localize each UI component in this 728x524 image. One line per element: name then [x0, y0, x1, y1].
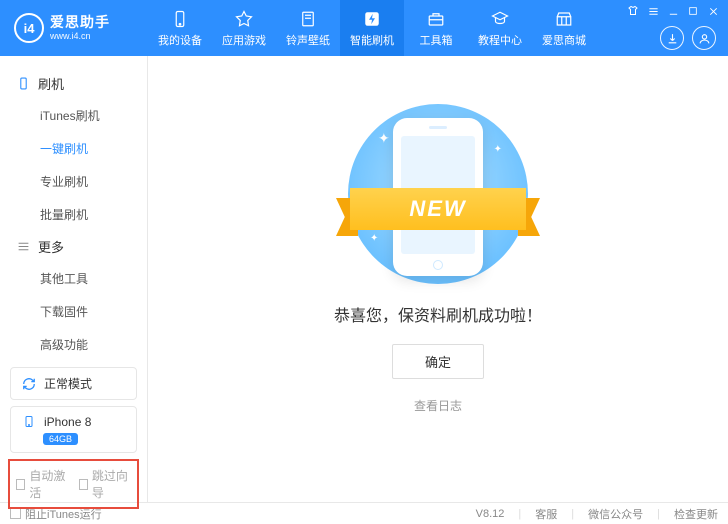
sidebar-item-iTunes刷机[interactable]: iTunes刷机: [0, 99, 147, 132]
footer-link-update[interactable]: 检查更新: [674, 506, 718, 522]
maximize-button[interactable]: [686, 4, 700, 18]
logo-badge: i4: [14, 13, 44, 43]
view-log-link[interactable]: 查看日志: [414, 397, 462, 414]
phone-icon: [21, 414, 36, 429]
mode-label: 正常模式: [44, 375, 92, 392]
nav-ringtone[interactable]: 铃声壁纸: [276, 0, 340, 56]
tutorial-icon: [490, 9, 510, 29]
skip-guide-checkbox[interactable]: 跳过向导: [79, 467, 132, 501]
sidebar-item-一键刷机[interactable]: 一键刷机: [0, 132, 147, 165]
device-name: iPhone 8: [44, 415, 91, 429]
refresh-icon: [21, 376, 36, 391]
version-label: V8.12: [476, 508, 505, 520]
highlighted-options: 自动激活 跳过向导: [8, 459, 139, 509]
toolbox-icon: [426, 9, 446, 29]
sidebar-group-更多[interactable]: 更多: [0, 231, 147, 262]
device-box[interactable]: iPhone 8 64GB: [10, 406, 137, 453]
flash-icon: [16, 77, 30, 91]
ok-button[interactable]: 确定: [392, 344, 484, 379]
sidebar-item-下载固件[interactable]: 下载固件: [0, 295, 147, 328]
nav-device[interactable]: 我的设备: [148, 0, 212, 56]
close-button[interactable]: [706, 4, 720, 18]
flash-icon: [362, 9, 382, 29]
success-message: 恭喜您，保资料刷机成功啦！: [334, 302, 542, 326]
menu-icon[interactable]: [646, 4, 660, 18]
auto-activate-checkbox[interactable]: 自动激活: [16, 467, 69, 501]
nav-store[interactable]: 爱思商城: [532, 0, 596, 56]
sidebar-item-高级功能[interactable]: 高级功能: [0, 328, 147, 361]
store-icon: [554, 9, 574, 29]
footer-link-support[interactable]: 客服: [535, 506, 557, 522]
logo-url: www.i4.cn: [50, 31, 110, 42]
sidebar-item-批量刷机[interactable]: 批量刷机: [0, 198, 147, 231]
sidebar-item-专业刷机[interactable]: 专业刷机: [0, 165, 147, 198]
mode-box[interactable]: 正常模式: [10, 367, 137, 400]
nav-apps[interactable]: 应用游戏: [212, 0, 276, 56]
footer-link-wechat[interactable]: 微信公众号: [588, 506, 643, 522]
main-content: ✦ ✦ ✦ NEW 恭喜您，保资料刷机成功啦！ 确定 查看日志: [148, 56, 728, 502]
window-controls: [626, 4, 720, 18]
sidebar-item-其他工具[interactable]: 其他工具: [0, 262, 147, 295]
app-header: i4 爱思助手 www.i4.cn 我的设备应用游戏铃声壁纸智能刷机工具箱教程中…: [0, 0, 728, 56]
nav-flash[interactable]: 智能刷机: [340, 0, 404, 56]
more-icon: [16, 240, 30, 254]
ringtone-icon: [298, 9, 318, 29]
user-icon[interactable]: [692, 26, 716, 50]
tshirt-icon[interactable]: [626, 4, 640, 18]
download-icon[interactable]: [660, 26, 684, 50]
storage-badge: 64GB: [43, 433, 78, 445]
nav-tutorial[interactable]: 教程中心: [468, 0, 532, 56]
success-illustration: ✦ ✦ ✦ NEW: [348, 104, 528, 284]
apps-icon: [234, 9, 254, 29]
sidebar: 刷机iTunes刷机一键刷机专业刷机批量刷机更多其他工具下载固件高级功能 正常模…: [0, 56, 148, 502]
logo: i4 爱思助手 www.i4.cn: [0, 13, 148, 43]
nav-toolbox[interactable]: 工具箱: [404, 0, 468, 56]
new-ribbon: NEW: [350, 188, 526, 230]
sidebar-group-刷机[interactable]: 刷机: [0, 68, 147, 99]
logo-title: 爱思助手: [50, 14, 110, 31]
top-nav: 我的设备应用游戏铃声壁纸智能刷机工具箱教程中心爱思商城: [148, 0, 596, 56]
minimize-button[interactable]: [666, 4, 680, 18]
device-icon: [170, 9, 190, 29]
